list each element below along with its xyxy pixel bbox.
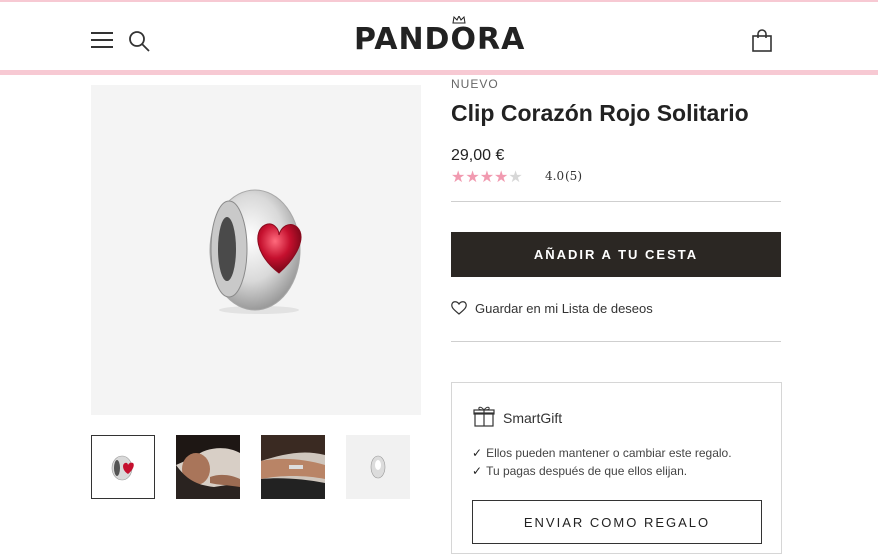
brand-name: PANDORA xyxy=(354,22,526,57)
smartgift-title: SmartGift xyxy=(503,410,563,426)
wishlist-label: Guardar en mi Lista de deseos xyxy=(475,300,653,316)
divider xyxy=(451,341,781,342)
star-icon: ★ xyxy=(465,169,480,186)
charm-image xyxy=(209,189,302,314)
send-as-gift-button[interactable]: ENVIAR COMO REGALO xyxy=(472,500,762,544)
gift-icon xyxy=(473,406,495,427)
star-icon: ★ xyxy=(451,169,466,186)
star-icon: ★ xyxy=(508,169,523,186)
rating-stars[interactable]: ★★★★★ xyxy=(451,167,523,187)
heart-icon xyxy=(451,301,467,315)
site-header: PANDORA xyxy=(0,2,878,70)
new-badge: NUEVO xyxy=(451,77,499,91)
thumbnail-charm-front[interactable] xyxy=(91,435,155,499)
star-icon: ★ xyxy=(479,169,495,186)
rating-count[interactable]: (5) xyxy=(565,169,582,183)
list-item: ✓ Ellos pueden mantener o cambiar este re… xyxy=(472,446,732,460)
thumbnail-charm-side[interactable] xyxy=(346,435,410,499)
star-icon: ★ xyxy=(494,169,509,186)
product-main-image[interactable] xyxy=(91,85,421,415)
check-icon: ✓ xyxy=(472,446,483,460)
smartgift-list: ✓ Ellos pueden mantener o cambiar este re… xyxy=(472,444,732,480)
wishlist-link[interactable]: Guardar en mi Lista de deseos xyxy=(451,298,653,318)
add-to-cart-button[interactable]: AÑADIR A TU CESTA xyxy=(451,232,781,277)
brand-logo[interactable]: PANDORA xyxy=(354,16,524,60)
thumbnail-strip xyxy=(91,435,421,501)
header-accent-band xyxy=(0,70,878,75)
rating-value: 4.0 xyxy=(545,169,565,183)
product-price: 29,00 € xyxy=(451,147,505,164)
list-item: ✓ Tu pagas después de que ellos elijan. xyxy=(472,464,688,478)
search-icon[interactable] xyxy=(127,29,151,53)
smartgift-box: SmartGift ✓ Ellos pueden mantener o cambi… xyxy=(451,382,782,554)
thumbnail-model-face[interactable] xyxy=(176,435,240,499)
menu-icon[interactable] xyxy=(91,32,113,48)
divider xyxy=(451,201,781,202)
thumbnail-model-wrist[interactable] xyxy=(261,435,325,499)
bag-icon[interactable] xyxy=(751,29,773,53)
check-icon: ✓ xyxy=(472,464,483,478)
product-title: Clip Corazón Rojo Solitario xyxy=(451,100,749,126)
